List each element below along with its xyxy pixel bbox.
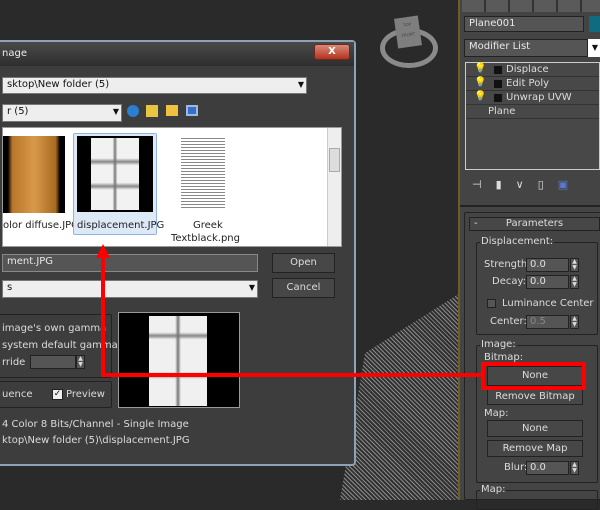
look-in-combo[interactable]: r (5) ▼ [2,104,122,122]
file-list[interactable]: olor diffuse.JPG displacement.JPG Greek … [2,127,342,247]
view-menu-icon[interactable] [186,105,198,116]
luminance-center-checkbox[interactable] [487,299,496,308]
chevron-down-icon: ▼ [248,283,255,292]
remove-map-button[interactable]: Remove Map [487,440,583,457]
image-path: ktop\New folder (5)\displacement.JPG [2,435,190,446]
blur-label: Blur: [504,462,528,473]
lightbulb-icon[interactable]: 💡 [474,77,486,88]
luminance-center-label: Luminance Center [502,298,594,309]
stack-item-plane[interactable]: Plane [466,105,599,119]
show-end-result-icon: ▮ [495,178,516,191]
viewcube-top: TOP [402,21,412,28]
gamma-own-option[interactable]: image's own gamma [2,323,106,334]
up-folder-icon[interactable] [146,105,158,117]
history-combo[interactable]: sktop\New folder (5) ▼ [2,77,307,94]
stack-item-unwrap-uvw[interactable]: 💡 Unwrap UVW [466,91,599,105]
strength-input[interactable]: 0.0 [526,258,569,272]
make-unique-icon: ∨ [515,178,538,191]
modifier-stack[interactable]: 💡 Displace 💡 Edit Poly 💡 Unwrap UVW Plane [465,62,600,170]
center-input[interactable]: 0.5 [526,315,569,329]
configure-sets-icon: ▣ [557,178,583,191]
remove-bitmap-button[interactable]: Remove Bitmap [487,388,583,405]
file-label[interactable]: Textblack.png [171,233,240,244]
file-type-combo[interactable]: s ▼ [2,280,258,298]
center-label: Center: [490,316,527,327]
preview-checkbox[interactable]: ✓ [52,389,63,400]
blur-input[interactable]: 0.0 [526,461,569,475]
map-none-button[interactable]: None [487,420,583,437]
spinner-arrows-icon[interactable]: ▲ ▼ [570,258,579,272]
pin-stack-icon: ⊣ [472,178,496,191]
title-bar: nage X [0,42,354,66]
select-image-dialog: nage X sktop\New folder (5) ▼ r (5) ▼ olor… [0,40,356,466]
spinner-arrows-icon[interactable]: ▲ ▼ [570,275,579,289]
sequence-checkbox-label[interactable]: uence [2,389,32,400]
annotation-arrow-icon [96,244,110,258]
decay-label: Decay: [492,276,527,287]
viewcube-box[interactable]: TOP FRONT [394,15,422,49]
expand-icon[interactable] [494,66,502,74]
dialog-title: nage [2,48,27,59]
lightbulb-icon[interactable]: 💡 [474,91,486,102]
chevron-down-icon[interactable]: ▼ [588,39,600,57]
object-name-input[interactable]: Plane001 [464,16,584,32]
chevron-down-icon: ▼ [297,80,304,89]
parameters-rollout-header[interactable]: - Parameters [469,217,600,231]
back-icon[interactable] [127,105,139,117]
open-button[interactable]: Open [272,253,335,273]
annotation-line-vertical [101,255,105,377]
file-label[interactable]: Greek [193,220,223,231]
spinner-arrows-icon[interactable]: ▲ ▼ [570,315,579,329]
thumb-displacement[interactable] [77,136,153,212]
strength-label: Strength: [484,259,531,270]
command-panel-tabs[interactable] [462,0,600,12]
lightbulb-icon[interactable]: 💡 [474,63,486,74]
annotation-line-horizontal [101,373,483,377]
new-folder-icon[interactable] [166,105,178,116]
map-group-label: Map: [480,484,507,495]
annotation-highlight-box [481,362,586,390]
thumb-greek-text[interactable] [181,136,225,210]
gamma-override-input[interactable] [30,355,76,369]
preview-label: Preview [66,389,105,400]
thumb-color-diffuse[interactable] [3,136,65,213]
expand-icon[interactable] [494,94,502,102]
spinner-arrows-icon[interactable]: ▲ ▼ [570,461,579,475]
stack-toolbar[interactable]: ⊣▮∨▯▣ [472,178,582,191]
stack-item-displace[interactable]: 💡 Displace [466,63,599,77]
image-info: 4 Color 8 Bits/Channel - Single Image [2,419,189,430]
gamma-override-option[interactable]: rride [2,357,25,368]
image-preview [118,312,240,408]
close-button[interactable]: X [314,44,350,60]
stack-item-edit-poly[interactable]: 💡 Edit Poly [466,77,599,91]
decay-input[interactable]: 0.0 [526,275,569,289]
chevron-down-icon: ▼ [112,107,119,116]
viewcube-front: FRONT [401,31,416,38]
object-color-swatch[interactable] [589,16,600,32]
map-label: Map: [484,408,509,419]
command-panel: Plane001 Modifier List ▼ 💡 Displace 💡 Edit… [458,0,600,510]
spinner-arrows-icon[interactable]: ▲ ▼ [76,355,85,369]
displacement-label: Displacement: [480,236,555,247]
cancel-button[interactable]: Cancel [272,278,335,298]
file-label[interactable]: displacement.JPG [77,220,164,231]
image-label: Image: [480,339,517,350]
file-name-input[interactable]: ment.JPG [2,254,258,272]
file-label[interactable]: olor diffuse.JPG [3,220,79,231]
remove-modifier-icon: ▯ [537,178,558,191]
expand-icon[interactable] [494,80,502,88]
scrollbar[interactable] [327,128,341,246]
modifier-list-dropdown[interactable]: Modifier List [464,39,588,57]
divider [460,205,600,207]
viewport-mesh [340,290,465,500]
